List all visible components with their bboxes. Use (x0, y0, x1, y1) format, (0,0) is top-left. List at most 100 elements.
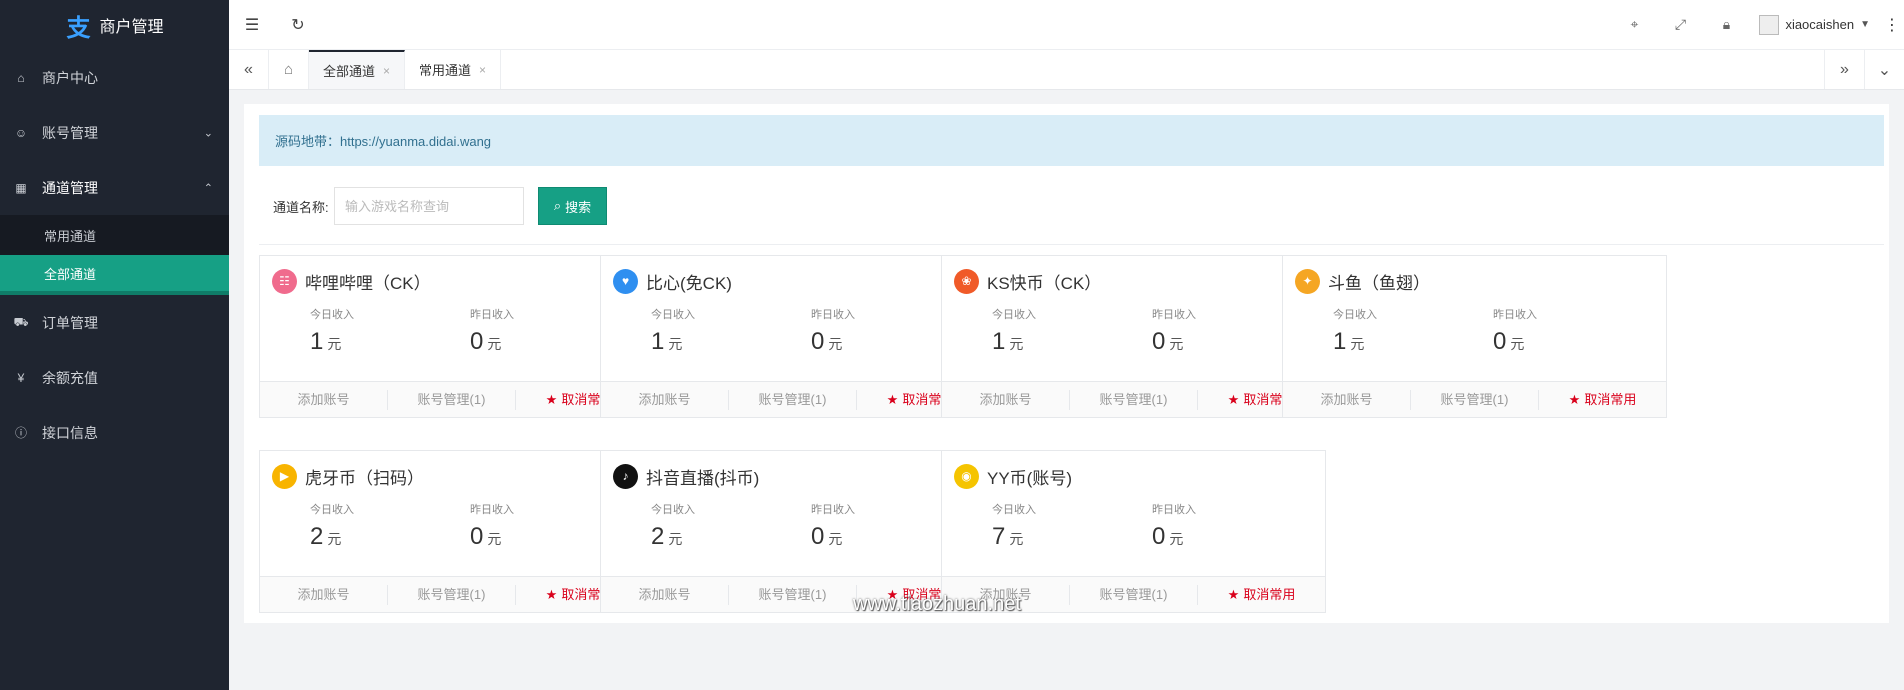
add-account-button[interactable]: 添加账号 (601, 389, 729, 410)
more-vertical-icon[interactable]: ⋮ (1880, 0, 1904, 50)
add-account-button[interactable]: 添加账号 (260, 389, 388, 410)
yesterday-income: 0 (470, 328, 484, 355)
notice-text: 源码地带：https://yuanma.didai.wang (275, 134, 492, 149)
home-icon: ⌂ (17, 70, 25, 85)
tabs-right-controls: » ⌄ (1824, 50, 1904, 89)
yesterday-income: 0 (811, 328, 825, 355)
sidebar-item-channel-management[interactable]: ▦ 通道管理 ⌃ (0, 160, 229, 215)
search-button-label: 搜索 (565, 199, 592, 215)
stat-label: 今日收入 (1333, 309, 1377, 321)
manage-accounts-button[interactable]: 账号管理(1) (1411, 389, 1539, 410)
sidebar-subitem-label: 常用通道 (44, 228, 97, 244)
manage-accounts-button[interactable]: 账号管理(1) (1070, 389, 1198, 410)
manage-accounts-button[interactable]: 账号管理(1) (729, 584, 857, 605)
watermark: www.tiaozhuan.net (853, 593, 1021, 615)
channel-card: ▶ 虎牙币（扫码） 今日收入 2元 昨日收入 0元 添加账号 账号管理(1) ★… (259, 450, 644, 613)
collapse-menu-icon[interactable]: ☰ (229, 0, 275, 50)
card-stats: 今日收入 1元 昨日收入 0元 (260, 306, 643, 356)
chevron-up-icon: ⌃ (203, 182, 213, 194)
stat-label: 昨日收入 (1493, 309, 1537, 321)
sidebar-item-label: 通道管理 (42, 179, 98, 196)
tabs-scroll-left-icon[interactable]: « (229, 50, 269, 89)
add-account-button[interactable]: 添加账号 (601, 584, 729, 605)
sidebar-item-label: 余额充值 (42, 369, 98, 386)
stat-value: 1元 (651, 328, 811, 356)
sidebar-item-label: 订单管理 (42, 314, 98, 331)
user-menu[interactable]: xiaocaishen ▼ (1749, 14, 1880, 35)
stat-today: 今日收入 1元 (992, 306, 1152, 356)
info-icon: ⓘ (14, 426, 27, 440)
tag-icon[interactable]: ⌖ (1611, 0, 1657, 50)
header-actions: ⌖ ⤢ 🔒︎ xiaocaishen ▼ ⋮ (1611, 0, 1904, 50)
manage-accounts-button[interactable]: 账号管理(1) (388, 584, 516, 605)
unit: 元 (1510, 336, 1525, 352)
ks-logo-icon: ❀ (954, 268, 979, 294)
fullscreen-icon[interactable]: ⤢ (1657, 0, 1703, 50)
divider (259, 244, 1884, 245)
stat-label: 今日收入 (651, 504, 695, 516)
cancel-favorite-button[interactable]: ★ 取消常用 (1198, 585, 1325, 605)
card-actions: 添加账号 账号管理(1) ★ 取消常用 (260, 576, 643, 612)
add-account-button[interactable]: 添加账号 (942, 389, 1070, 410)
sidebar-item-order-management[interactable]: ⛟ 订单管理 (0, 295, 229, 350)
sidebar-item-api-info[interactable]: ⓘ 接口信息 (0, 405, 229, 460)
lock-icon[interactable]: 🔒︎ (1703, 0, 1749, 50)
manage-accounts-button[interactable]: 账号管理(1) (729, 389, 857, 410)
close-icon[interactable]: × (479, 63, 486, 77)
unit: 元 (828, 336, 843, 352)
stat-value: 0元 (1152, 523, 1312, 551)
star-icon: ★ (545, 391, 558, 407)
tabs-scroll-right-icon[interactable]: » (1824, 50, 1864, 89)
tabs-dropdown-icon[interactable]: ⌄ (1864, 50, 1904, 89)
refresh-icon[interactable]: ↻ (275, 0, 321, 50)
card-title: KS快币（CK） (987, 273, 1102, 293)
stat-value: 1元 (310, 328, 470, 356)
sidebar-item-label: 账号管理 (42, 124, 98, 141)
douyin-logo-icon: ♪ (613, 463, 638, 489)
add-account-button[interactable]: 添加账号 (1283, 389, 1411, 410)
card-header: ◉ YY币(账号) (942, 451, 1325, 501)
sidebar-item-balance-recharge[interactable]: ¥ 余额充值 (0, 350, 229, 405)
stat-value: 1元 (1333, 328, 1493, 356)
unit: 元 (1009, 531, 1024, 547)
card-header: ☷ 哔哩哔哩（CK） (260, 256, 643, 306)
search-button[interactable]: ⌕ 搜索 (538, 187, 607, 225)
card-header: ✦ 斗鱼（鱼翅） (1283, 256, 1666, 306)
sidebar-subitem-all-channels[interactable]: 全部通道 (0, 255, 229, 295)
cancel-favorite-button[interactable]: ★ 取消常用 (1539, 390, 1666, 410)
card-stats: 今日收入 1元 昨日收入 0元 (1283, 306, 1666, 356)
sidebar-subitem-common-channels[interactable]: 常用通道 (0, 215, 229, 255)
tab-label: 全部通道 (323, 64, 376, 79)
sidebar-item-merchant-center[interactable]: ⌂ 商户中心 (0, 50, 229, 105)
user-icon: ☺ (14, 125, 28, 140)
today-income: 1 (992, 328, 1006, 355)
stat-label: 今日收入 (651, 309, 695, 321)
home-tab-icon[interactable]: ⌂ (269, 50, 309, 89)
search-input[interactable] (334, 187, 524, 225)
star-icon: ★ (1227, 586, 1240, 602)
card-title: YY币(账号) (987, 468, 1072, 488)
sidebar-item-account-management[interactable]: ☺ 账号管理 ⌄ (0, 105, 229, 160)
tab-common-channels[interactable]: 常用通道 × (405, 50, 502, 89)
channel-card: ❀ KS快币（CK） 今日收入 1元 昨日收入 0元 添加账号 账号管理(1) … (941, 255, 1326, 418)
close-icon[interactable]: × (383, 64, 390, 78)
manage-accounts-button[interactable]: 账号管理(1) (388, 389, 516, 410)
unit: 元 (327, 336, 342, 352)
avatar (1759, 14, 1780, 35)
yen-icon: ¥ (17, 370, 25, 385)
huya-logo-icon: ▶ (272, 463, 297, 489)
unit: 元 (1350, 336, 1365, 352)
brand[interactable]: 支 商户管理 (0, 0, 229, 50)
manage-accounts-button[interactable]: 账号管理(1) (1070, 584, 1198, 605)
yesterday-income: 0 (1152, 523, 1166, 550)
card-stats: 今日收入 2元 昨日收入 0元 (601, 501, 984, 551)
add-account-button[interactable]: 添加账号 (260, 584, 388, 605)
sidebar-item-label: 接口信息 (42, 424, 98, 441)
stat-today: 今日收入 2元 (651, 501, 811, 551)
tab-all-channels[interactable]: 全部通道 × (309, 50, 406, 89)
stat-yesterday: 昨日收入 0元 (1152, 501, 1312, 551)
caret-down-icon: ▼ (1860, 19, 1870, 30)
star-icon: ★ (545, 586, 558, 602)
unit: 元 (668, 531, 683, 547)
unit: 元 (668, 336, 683, 352)
